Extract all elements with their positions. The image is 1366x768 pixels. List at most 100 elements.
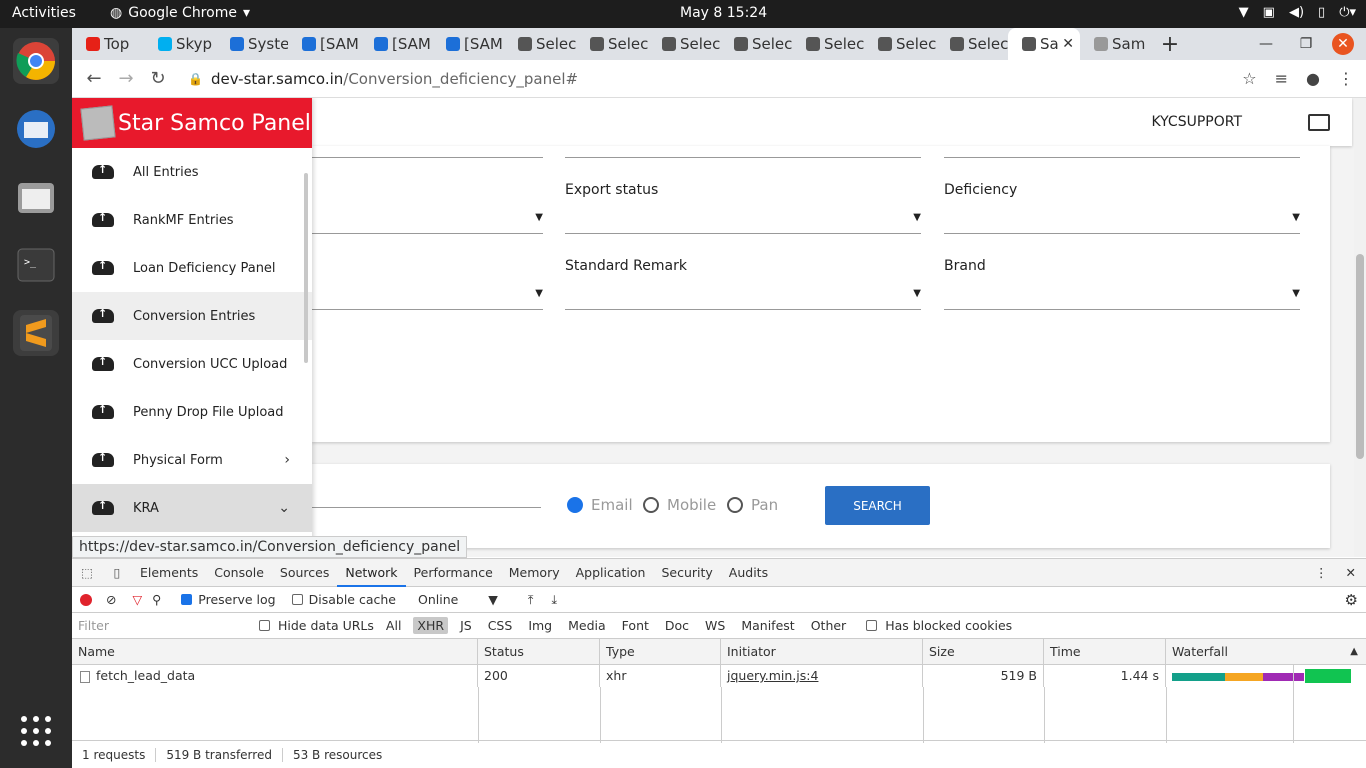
- column-size[interactable]: Size: [923, 639, 1044, 664]
- maximize-icon[interactable]: ❐: [1286, 36, 1326, 52]
- profile-icon[interactable]: ●: [1306, 69, 1320, 88]
- close-window-icon[interactable]: ✕: [1332, 33, 1354, 55]
- select-top-left[interactable]: [312, 134, 543, 158]
- filter-type-doc[interactable]: Doc: [661, 617, 693, 634]
- download-icon[interactable]: ⤓: [551, 592, 557, 608]
- devtools-close-icon[interactable]: ✕: [1346, 565, 1356, 580]
- filter-type-css[interactable]: CSS: [484, 617, 517, 634]
- column-initiator[interactable]: Initiator: [721, 639, 923, 664]
- table-row[interactable]: fetch_lead_data 200 xhr jquery.min.js:4 …: [72, 665, 1366, 687]
- page-scrollbar-thumb[interactable]: [1356, 254, 1364, 459]
- sidebar-item-penny-drop-file-upload[interactable]: Penny Drop File Upload: [72, 388, 312, 436]
- sidebar-item-kra[interactable]: KRA ⌄: [72, 484, 312, 532]
- files-dock-icon[interactable]: [13, 174, 59, 220]
- settings-icon[interactable]: ⚙: [1345, 591, 1358, 609]
- inspect-icon[interactable]: ⬚: [72, 565, 102, 580]
- browser-tab[interactable]: Syste: [216, 28, 288, 60]
- sidebar-item-conversion-ucc-upload[interactable]: Conversion UCC Upload: [72, 340, 312, 388]
- minimize-icon[interactable]: —: [1246, 36, 1286, 52]
- tab-application[interactable]: Application: [568, 559, 654, 587]
- browser-tab[interactable]: Selec: [936, 28, 1008, 60]
- filter-type-font[interactable]: Font: [618, 617, 653, 634]
- record-icon[interactable]: [80, 593, 92, 606]
- browser-tab[interactable]: Sam: [1080, 28, 1152, 60]
- app-menu[interactable]: ◍ Google Chrome ▾: [110, 5, 250, 21]
- throttle-select[interactable]: Online ▼: [418, 592, 498, 607]
- disable-cache-checkbox[interactable]: [291, 594, 303, 605]
- tab-memory[interactable]: Memory: [501, 559, 568, 587]
- user-name[interactable]: KYCSUPPORT: [1151, 114, 1242, 130]
- select-row1-left[interactable]: ▼: [312, 210, 543, 234]
- upload-icon[interactable]: ⤒: [528, 592, 534, 608]
- browser-tab[interactable]: Sa ✕: [1008, 28, 1080, 60]
- sidebar-item-conversion-entries[interactable]: Conversion Entries: [72, 292, 312, 340]
- fullscreen-icon[interactable]: [1308, 114, 1330, 131]
- browser-tab[interactable]: Top: [72, 28, 144, 60]
- sidebar-scrollbar[interactable]: [304, 173, 308, 363]
- select-row2-left[interactable]: ▼: [312, 286, 543, 310]
- column-time[interactable]: Time: [1044, 639, 1166, 664]
- sidebar-item-loan-deficiency-panel[interactable]: Loan Deficiency Panel: [72, 244, 312, 292]
- browser-tab[interactable]: Selec: [648, 28, 720, 60]
- column-type[interactable]: Type: [600, 639, 721, 664]
- standard-remark-select[interactable]: ▼: [565, 286, 921, 310]
- tab-network[interactable]: Network: [337, 559, 406, 587]
- reload-button[interactable]: ↻: [142, 68, 174, 89]
- radio-mobile[interactable]: Mobile: [643, 496, 716, 514]
- browser-tab[interactable]: Selec: [720, 28, 792, 60]
- address-bar[interactable]: 🔒 dev-star.samco.in/Conversion_deficienc…: [188, 70, 578, 88]
- forward-button[interactable]: →: [110, 68, 142, 89]
- filter-type-media[interactable]: Media: [564, 617, 610, 634]
- sidebar-item-all-entries[interactable]: All Entries: [72, 148, 312, 196]
- system-tray[interactable]: ▼ ▣ ◀) ▯ ⏻▾: [1239, 5, 1356, 20]
- browser-tab[interactable]: Selec: [864, 28, 936, 60]
- browser-tab[interactable]: Selec: [792, 28, 864, 60]
- tab-sources[interactable]: Sources: [272, 559, 337, 587]
- filter-type-js[interactable]: JS: [456, 617, 476, 634]
- filter-type-img[interactable]: Img: [524, 617, 556, 634]
- thunderbird-dock-icon[interactable]: [13, 106, 59, 152]
- tab-audits[interactable]: Audits: [721, 559, 776, 587]
- filter-type-other[interactable]: Other: [807, 617, 851, 634]
- filter-type-ws[interactable]: WS: [701, 617, 729, 634]
- radio-pan[interactable]: Pan: [727, 496, 778, 514]
- blocked-cookies-checkbox[interactable]: [866, 620, 878, 631]
- sidebar-item-rankmf-entries[interactable]: RankMF Entries: [72, 196, 312, 244]
- filter-type-manifest[interactable]: Manifest: [737, 617, 798, 634]
- browser-tab[interactable]: Skyp: [144, 28, 216, 60]
- star-icon[interactable]: ☆: [1242, 69, 1256, 88]
- browser-tab[interactable]: [SAM: [432, 28, 504, 60]
- export-status-select[interactable]: ▼: [565, 210, 921, 234]
- column-name[interactable]: Name: [72, 639, 478, 664]
- select-top-right[interactable]: [944, 134, 1300, 158]
- tab-performance[interactable]: Performance: [406, 559, 501, 587]
- search-input[interactable]: [312, 484, 541, 508]
- search-button[interactable]: SEARCH: [825, 486, 930, 525]
- brand-select[interactable]: ▼: [944, 286, 1300, 310]
- tab-console[interactable]: Console: [206, 559, 272, 587]
- column-status[interactable]: Status: [478, 639, 600, 664]
- devtools-menu-icon[interactable]: ⋮: [1315, 565, 1328, 580]
- hide-data-urls-checkbox[interactable]: [259, 620, 270, 631]
- apps-grid-icon[interactable]: [13, 708, 59, 754]
- chrome-dock-icon[interactable]: [13, 38, 59, 84]
- filter-icon[interactable]: ▽: [132, 592, 142, 607]
- filter-type-all[interactable]: All: [382, 617, 406, 634]
- select-top-mid[interactable]: [565, 134, 921, 158]
- media-control-icon[interactable]: ≡: [1275, 69, 1288, 88]
- column-waterfall[interactable]: Waterfall ▲: [1166, 639, 1366, 664]
- preserve-log-checkbox[interactable]: [181, 594, 193, 605]
- terminal-dock-icon[interactable]: >_: [13, 242, 59, 288]
- cell-initiator[interactable]: jquery.min.js:4: [721, 665, 923, 687]
- page-scrollbar[interactable]: [1354, 98, 1366, 557]
- activities-button[interactable]: Activities: [12, 5, 76, 21]
- browser-tab[interactable]: Selec: [576, 28, 648, 60]
- filter-input[interactable]: Filter: [74, 615, 239, 636]
- deficiency-select[interactable]: ▼: [944, 210, 1300, 234]
- device-toolbar-icon[interactable]: ▯: [102, 565, 132, 580]
- clear-icon[interactable]: ⊘: [106, 592, 116, 607]
- filter-type-xhr[interactable]: XHR: [413, 617, 449, 634]
- tab-close-icon[interactable]: ✕: [1062, 36, 1074, 52]
- search-icon[interactable]: ⚲: [152, 592, 161, 607]
- new-tab-button[interactable]: +: [1152, 32, 1188, 57]
